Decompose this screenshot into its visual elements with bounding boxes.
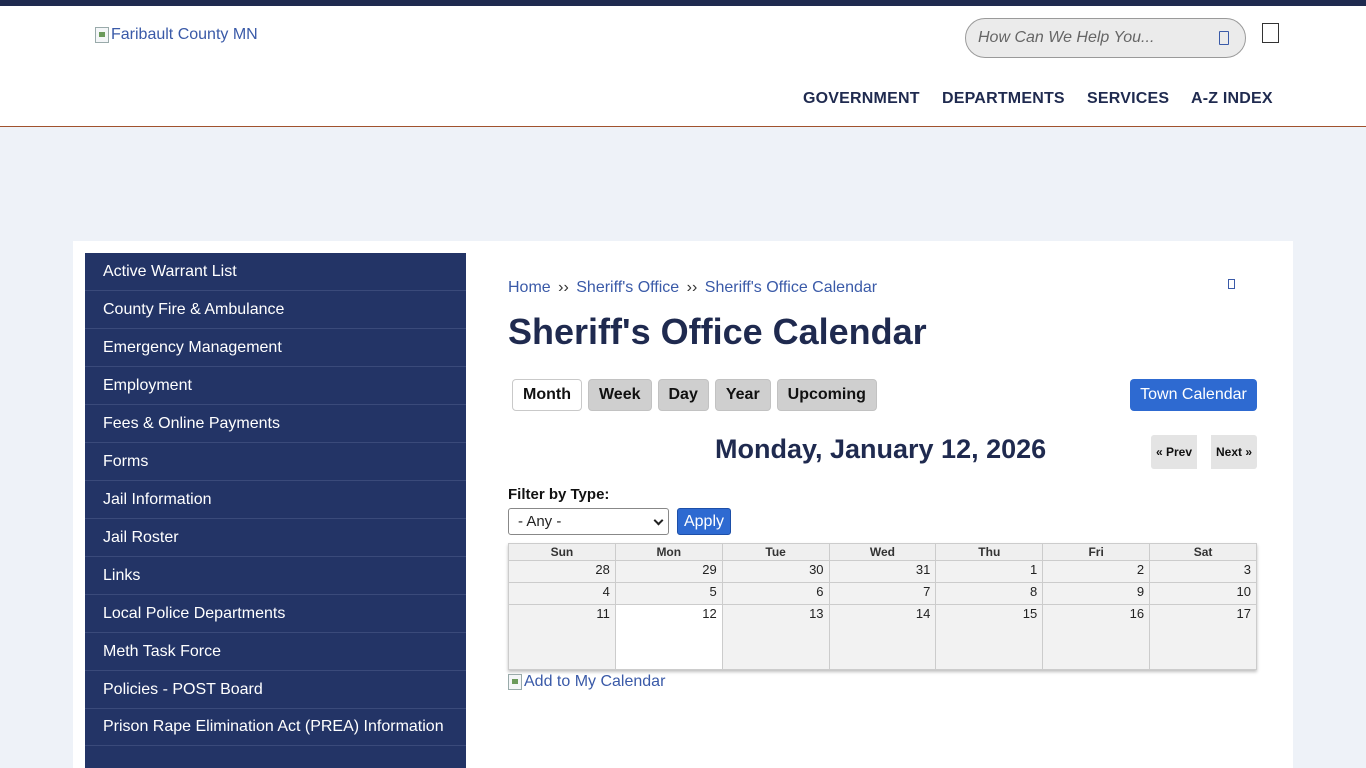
add-to-my-calendar-link[interactable]: Add to My Calendar bbox=[508, 673, 665, 691]
nav-az-index[interactable]: A-Z INDEX bbox=[1191, 90, 1273, 108]
weekday-header: Wed bbox=[828, 543, 937, 561]
weekday-header: Thu bbox=[935, 543, 1044, 561]
weekday-header: Mon bbox=[614, 543, 723, 561]
calendar-week-row: 11 12 13 14 15 16 17 bbox=[508, 604, 1257, 670]
calendar-day-cell[interactable]: 1 bbox=[935, 560, 1044, 583]
page-title: Sheriff's Office Calendar bbox=[508, 311, 927, 352]
sidebar-item-links[interactable]: Links bbox=[85, 557, 466, 595]
site-search bbox=[965, 18, 1246, 58]
filter-label: Filter by Type: bbox=[508, 486, 610, 503]
tab-upcoming[interactable]: Upcoming bbox=[776, 379, 877, 411]
weekday-header: Sun bbox=[508, 543, 616, 561]
weekday-header-row: Sun Mon Tue Wed Thu Fri Sat bbox=[508, 543, 1257, 561]
weekday-header: Sat bbox=[1149, 543, 1257, 561]
breadcrumb-separator: ›› bbox=[686, 279, 698, 296]
tab-year[interactable]: Year bbox=[714, 379, 771, 411]
calendar-day-cell[interactable]: 9 bbox=[1042, 582, 1151, 605]
calendar-day-cell[interactable]: 10 bbox=[1149, 582, 1257, 605]
calendar-day-cell[interactable]: 15 bbox=[935, 604, 1044, 670]
logo-alt-text: Faribault County MN bbox=[111, 26, 258, 43]
sidebar-item-local-police-departments[interactable]: Local Police Departments bbox=[85, 595, 466, 633]
weekday-header: Fri bbox=[1042, 543, 1151, 561]
search-input[interactable] bbox=[978, 29, 1208, 47]
calendar-view-tabs: Month Week Day Year Upcoming bbox=[512, 379, 877, 411]
chevron-down-icon bbox=[653, 515, 664, 526]
calendar-day-cell[interactable]: 31 bbox=[828, 560, 937, 583]
tab-month[interactable]: Month bbox=[512, 379, 582, 411]
sidebar-menu: Active Warrant List County Fire & Ambula… bbox=[85, 253, 466, 768]
calendar-day-cell[interactable]: 17 bbox=[1149, 604, 1257, 670]
calendar-day-cell[interactable]: 29 bbox=[614, 560, 723, 583]
sidebar-item-jail-roster[interactable]: Jail Roster bbox=[85, 519, 466, 557]
search-icon[interactable] bbox=[1219, 31, 1229, 45]
next-button[interactable]: Next » bbox=[1211, 435, 1257, 469]
nav-services[interactable]: SERVICES bbox=[1087, 90, 1169, 108]
sidebar-item-meth-task-force[interactable]: Meth Task Force bbox=[85, 633, 466, 671]
calendar-day-cell[interactable]: 30 bbox=[721, 560, 830, 583]
sidebar-item-active-warrant-list[interactable]: Active Warrant List bbox=[85, 253, 466, 291]
sidebar-item-jail-information[interactable]: Jail Information bbox=[85, 481, 466, 519]
calendar-week-row: 4 5 6 7 8 9 10 bbox=[508, 582, 1257, 605]
calendar-day-cell[interactable]: 16 bbox=[1042, 604, 1151, 670]
calendar-day-cell[interactable]: 13 bbox=[721, 604, 830, 670]
calendar-week-row: 28 29 30 31 1 2 3 bbox=[508, 560, 1257, 583]
calendar-day-cell[interactable]: 4 bbox=[508, 582, 616, 605]
sidebar-item-forms[interactable]: Forms bbox=[85, 443, 466, 481]
nav-departments[interactable]: DEPARTMENTS bbox=[942, 90, 1065, 108]
apply-button[interactable]: Apply bbox=[677, 508, 731, 535]
sidebar-item-emergency-management[interactable]: Emergency Management bbox=[85, 329, 466, 367]
broken-image-icon bbox=[508, 674, 522, 690]
breadcrumb-current[interactable]: Sheriff's Office Calendar bbox=[705, 279, 877, 296]
calendar-day-cell[interactable]: 3 bbox=[1149, 560, 1257, 583]
sidebar-item-policies-post-board[interactable]: Policies - POST Board bbox=[85, 671, 466, 709]
share-icon[interactable] bbox=[1228, 279, 1235, 289]
broken-image-icon bbox=[95, 27, 109, 43]
current-date-heading: Monday, January 12, 2026 bbox=[715, 434, 1047, 464]
prev-button[interactable]: « Prev bbox=[1151, 435, 1197, 469]
calendar-day-cell[interactable]: 6 bbox=[721, 582, 830, 605]
tab-day[interactable]: Day bbox=[657, 379, 709, 411]
sidebar-item-county-fire-ambulance[interactable]: County Fire & Ambulance bbox=[85, 291, 466, 329]
county-logo[interactable]: Faribault County MN bbox=[95, 26, 258, 44]
town-calendar-button[interactable]: Town Calendar bbox=[1130, 379, 1257, 411]
calendar-day-cell[interactable]: 8 bbox=[935, 582, 1044, 605]
nav-government[interactable]: GOVERNMENT bbox=[803, 90, 920, 108]
month-calendar: Sun Mon Tue Wed Thu Fri Sat 28 29 30 31 … bbox=[508, 543, 1257, 670]
sidebar-item-fees-online-payments[interactable]: Fees & Online Payments bbox=[85, 405, 466, 443]
breadcrumb: Home ›› Sheriff's Office ›› Sheriff's Of… bbox=[508, 279, 877, 297]
calendar-day-cell[interactable]: 2 bbox=[1042, 560, 1151, 583]
breadcrumb-sheriffs-office[interactable]: Sheriff's Office bbox=[576, 279, 679, 296]
filter-type-select[interactable]: - Any - bbox=[508, 508, 669, 535]
tab-week[interactable]: Week bbox=[587, 379, 652, 411]
calendar-day-cell[interactable]: 5 bbox=[614, 582, 723, 605]
calendar-day-cell-today[interactable]: 12 bbox=[614, 604, 723, 670]
add-to-calendar-alt-text: Add to My Calendar bbox=[524, 673, 666, 690]
breadcrumb-separator: ›› bbox=[558, 279, 569, 296]
weekday-header: Tue bbox=[721, 543, 830, 561]
calendar-day-cell[interactable]: 28 bbox=[508, 560, 616, 583]
menu-icon[interactable] bbox=[1262, 23, 1279, 43]
filter-selected-value: - Any - bbox=[518, 513, 562, 530]
calendar-day-cell[interactable]: 7 bbox=[828, 582, 937, 605]
sidebar-item-employment[interactable]: Employment bbox=[85, 367, 466, 405]
breadcrumb-home[interactable]: Home bbox=[508, 279, 551, 296]
calendar-day-cell[interactable]: 11 bbox=[508, 604, 616, 670]
site-header: Faribault County MN bbox=[0, 6, 1366, 127]
sidebar-item-prea-information[interactable]: Prison Rape Elimination Act (PREA) Infor… bbox=[85, 709, 466, 746]
calendar-day-cell[interactable]: 14 bbox=[828, 604, 937, 670]
